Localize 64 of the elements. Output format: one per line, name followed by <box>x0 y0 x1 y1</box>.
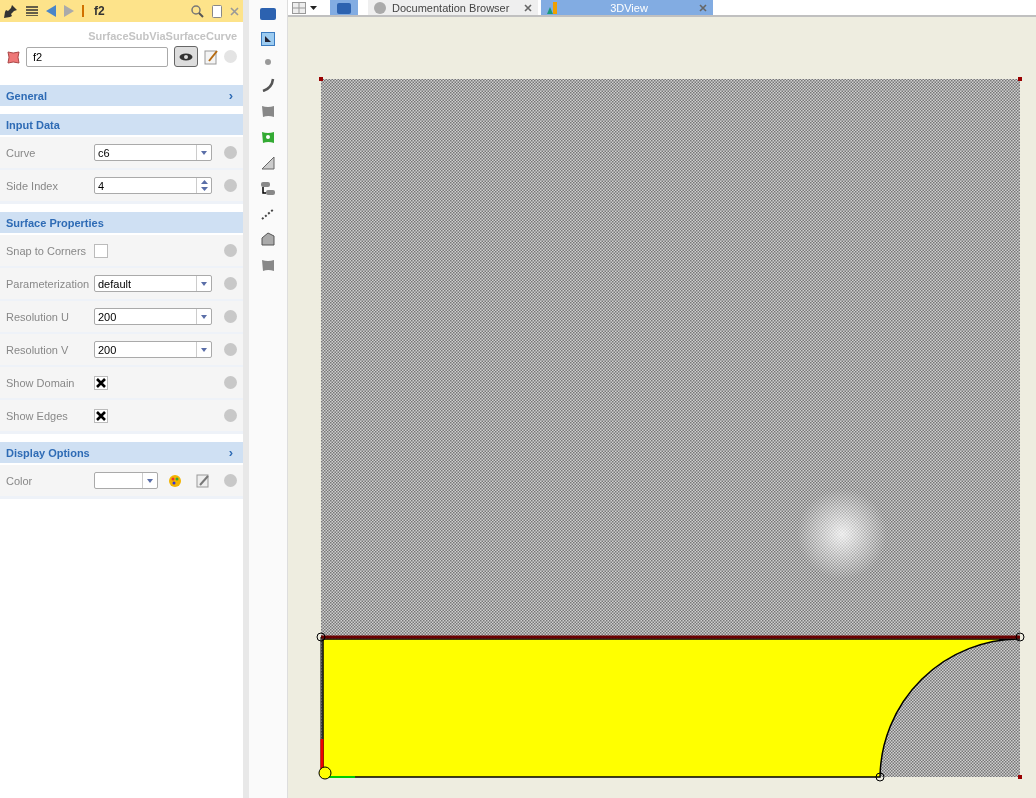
property-label: Parameterization <box>6 277 91 290</box>
search-icon[interactable] <box>191 4 205 18</box>
dropdown[interactable]: default <box>94 275 212 292</box>
caret-icon <box>309 5 317 10</box>
surface-icon[interactable] <box>261 104 276 118</box>
caret-icon <box>201 347 207 352</box>
caret-icon <box>201 150 207 155</box>
modified-marker-icon <box>82 5 84 17</box>
tab[interactable]: Documentation Browser <box>368 0 538 15</box>
caret-icon <box>201 314 207 319</box>
surface-point-icon[interactable] <box>261 130 276 144</box>
property-label: Side Index <box>6 179 59 192</box>
section-header[interactable]: General › <box>0 85 244 106</box>
name-field[interactable]: f2 <box>26 46 169 67</box>
color-dropdown[interactable] <box>94 472 158 489</box>
folder-tab[interactable] <box>330 0 358 15</box>
section-title: Surface Properties <box>6 216 104 229</box>
expand-arrow[interactable]: › <box>228 88 234 103</box>
dropdown[interactable]: 200 <box>94 308 212 325</box>
checkbox[interactable] <box>94 408 108 423</box>
palette-icon[interactable] <box>168 473 182 488</box>
spin-arrows-icon <box>200 180 208 191</box>
close-icon[interactable] <box>524 3 532 12</box>
edit-icon[interactable] <box>204 48 219 65</box>
expand-arrow[interactable]: › <box>228 445 234 460</box>
dropdown[interactable]: 200 <box>94 341 212 358</box>
dropdown[interactable]: c6 <box>94 144 212 161</box>
section-header[interactable]: Surface Properties <box>0 212 244 233</box>
layout-icon <box>291 1 306 14</box>
section-title: Input Data <box>6 118 60 131</box>
dotted-line-icon[interactable] <box>261 208 276 220</box>
surface-icon[interactable] <box>261 258 276 272</box>
eye-icon <box>179 52 194 61</box>
checkbox[interactable] <box>94 375 108 390</box>
close-icon[interactable] <box>699 3 707 12</box>
caret-icon <box>147 478 153 483</box>
visibility-button[interactable] <box>174 46 199 67</box>
section-header[interactable]: Input Data <box>0 114 244 135</box>
checkbox[interactable] <box>94 243 108 258</box>
tree-icon[interactable] <box>260 182 277 196</box>
point-icon[interactable] <box>264 58 273 66</box>
object-type-label: SurfaceSubViaSurfaceCurve <box>87 29 239 44</box>
menu-icon[interactable] <box>26 6 38 16</box>
property-label: Show Domain <box>6 376 76 389</box>
close-icon[interactable] <box>230 6 240 16</box>
property-label: Resolution V <box>6 343 70 356</box>
section-header[interactable]: Display Options › <box>0 442 244 463</box>
caret-icon <box>201 281 207 286</box>
property-label: Snap to Corners <box>6 244 88 257</box>
property-label: Show Edges <box>6 409 69 422</box>
property-label: Resolution U <box>6 310 70 323</box>
back-icon[interactable] <box>46 5 56 17</box>
curve-icon[interactable] <box>261 78 276 92</box>
section-title: Display Options <box>6 446 90 459</box>
surface-icon <box>6 49 20 64</box>
select-icon[interactable] <box>261 32 276 46</box>
property-label: Curve <box>6 146 37 159</box>
forward-icon[interactable] <box>64 5 74 17</box>
edit-icon[interactable] <box>196 473 210 488</box>
property-label: Color <box>6 474 34 487</box>
section-title: General <box>6 89 47 102</box>
panel-title: f2 <box>94 4 106 18</box>
document-icon[interactable] <box>212 4 223 18</box>
spin-box[interactable]: 4 <box>94 177 212 194</box>
